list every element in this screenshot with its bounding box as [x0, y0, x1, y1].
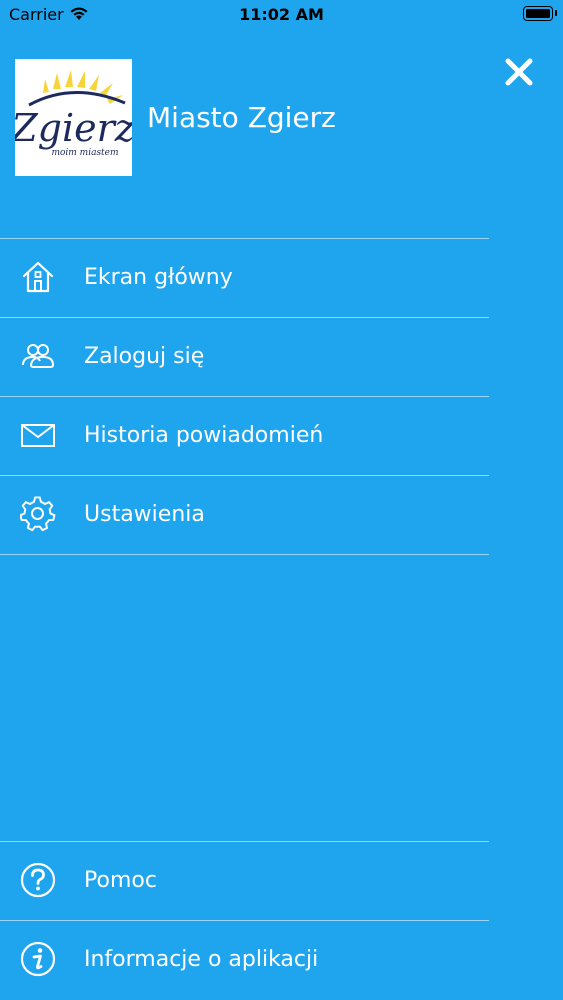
gear-icon	[19, 496, 56, 532]
clock: 11:02 AM	[239, 5, 324, 24]
close-button[interactable]	[503, 56, 535, 88]
battery-icon	[523, 6, 553, 21]
menu-item-label: Informacje o aplikacji	[84, 947, 319, 972]
help-icon	[20, 862, 56, 898]
menu-item-label: Historia powiadomień	[84, 423, 324, 448]
logo-wordmark: Zgierz	[15, 106, 132, 150]
divider	[0, 554, 489, 555]
main-menu: Ekran główny Zaloguj się Historia powiad…	[0, 238, 489, 555]
envelope-icon	[20, 417, 56, 453]
city-logo: Zgierz moim miastem	[15, 59, 132, 176]
menu-item-label: Pomoc	[84, 868, 157, 893]
close-icon	[505, 58, 533, 86]
menu-item-label: Ustawienia	[84, 502, 205, 527]
menu-item-app-info[interactable]: Informacje o aplikacji	[0, 921, 489, 999]
status-bar: Carrier 11:02 AM	[0, 0, 563, 30]
users-icon	[20, 338, 56, 374]
menu-item-label: Zaloguj się	[84, 344, 205, 369]
home-icon	[20, 259, 56, 295]
battery-tip	[555, 10, 557, 16]
menu-item-label: Ekran główny	[84, 265, 233, 290]
menu-item-login[interactable]: Zaloguj się	[0, 318, 489, 396]
menu-item-settings[interactable]: Ustawienia	[0, 476, 489, 554]
menu-item-notification-history[interactable]: Historia powiadomień	[0, 397, 489, 475]
info-icon	[20, 941, 56, 977]
menu-item-help[interactable]: Pomoc	[0, 842, 489, 920]
menu-item-home[interactable]: Ekran główny	[0, 239, 489, 317]
bottom-menu: Pomoc Informacje o aplikacji	[0, 841, 489, 999]
logo-tagline: moim miastem	[51, 148, 118, 158]
app-title: Miasto Zgierz	[147, 101, 336, 134]
